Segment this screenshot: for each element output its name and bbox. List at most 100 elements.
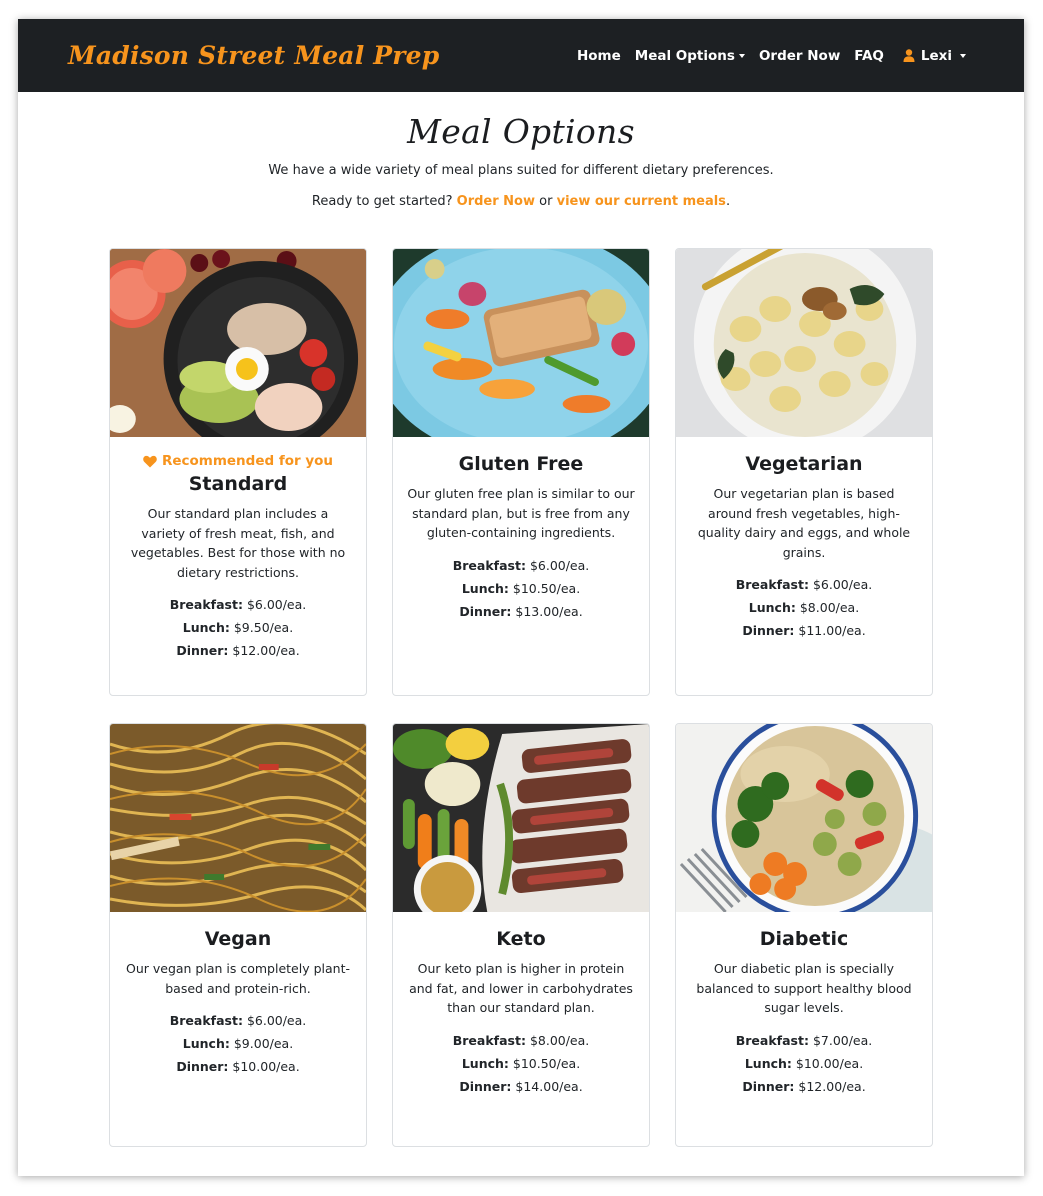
caret-down-icon [738, 53, 745, 58]
standard-meal-image [110, 249, 366, 437]
nav-menu: Home Meal Options Order Now FAQ Lexi [577, 48, 966, 64]
navbar: Madison Street Meal Prep Home Meal Optio… [18, 19, 1024, 92]
breakfast-price: $6.00/ea. [246, 1013, 307, 1028]
meal-card-vegan: Vegan Our vegan plan is completely plant… [109, 723, 367, 1147]
lunch-price: $10.00/ea. [795, 1055, 864, 1071]
browser-window: Madison Street Meal Prep Home Meal Optio… [18, 19, 1024, 1176]
meal-card-keto: Keto Our keto plan is higher in protein … [392, 723, 650, 1147]
nav-faq[interactable]: FAQ [854, 48, 884, 64]
price-dinner: Dinner: $11.00/ea. [690, 619, 918, 642]
lunch-price: $9.50/ea. [233, 620, 294, 635]
nav-user-menu[interactable]: Lexi [903, 48, 966, 64]
cta-line: Ready to get started? Order Now or view … [18, 194, 1024, 209]
card-description: Our standard plan includes a variety of … [130, 506, 346, 580]
lunch-label: Lunch: [182, 1036, 230, 1051]
recommended-label: Recommended for you [161, 453, 334, 469]
card-title: Vegetarian [745, 453, 863, 475]
card-description: Our keto plan is higher in protein and f… [409, 961, 633, 1015]
price-lunch: Lunch: $10.50/ea. [407, 577, 635, 600]
meal-card-standard: Recommended for you Standard Our standar… [109, 248, 367, 696]
meal-card-diabetic: Diabetic Our diabetic plan is specially … [675, 723, 933, 1147]
card-body: Vegetarian Our vegetarian plan is based … [676, 437, 932, 652]
card-body: Gluten Free Our gluten free plan is simi… [393, 437, 649, 633]
dinner-label: Dinner: [742, 1078, 795, 1094]
dinner-price: $13.00/ea. [515, 603, 583, 619]
caret-down-icon [960, 53, 966, 58]
vegan-meal-image [110, 724, 366, 912]
dinner-label: Dinner: [176, 643, 229, 658]
meal-plan-grid: Recommended for you Standard Our standar… [109, 248, 933, 1147]
breakfast-label: Breakfast: [735, 1032, 809, 1048]
nav-home[interactable]: Home [577, 48, 621, 64]
breakfast-label: Breakfast: [169, 1013, 243, 1028]
price-dinner: Dinner: $14.00/ea. [407, 1075, 635, 1098]
user-name: Lexi [920, 47, 952, 64]
page-subtitle: We have a wide variety of meal plans sui… [268, 163, 774, 178]
breakfast-label: Breakfast: [735, 577, 809, 592]
lunch-price: $10.50/ea. [512, 1055, 581, 1071]
vegetarian-meal-image [676, 249, 932, 437]
brand-logo[interactable]: Madison Street Meal Prep [68, 41, 439, 70]
nav-meal-options-label: Meal Options [634, 47, 735, 64]
card-title: Vegan [204, 928, 272, 950]
dinner-label: Dinner: [742, 623, 795, 638]
recommended-badge: Recommended for you [124, 453, 352, 469]
card-description: Our diabetic plan is specially balanced … [696, 961, 912, 1015]
page-header: Meal Options We have a wide variety of m… [18, 92, 1024, 209]
price-lunch: Lunch: $10.00/ea. [690, 1052, 918, 1075]
price-dinner: Dinner: $12.00/ea. [690, 1075, 918, 1098]
price-lunch: Lunch: $8.00/ea. [690, 596, 918, 619]
card-title: Gluten Free [458, 453, 584, 475]
diabetic-meal-image [676, 724, 932, 912]
breakfast-label: Breakfast: [452, 1032, 526, 1048]
heart-icon [143, 455, 157, 467]
lunch-label: Lunch: [182, 620, 230, 635]
cta-suffix: . [725, 194, 731, 209]
price-breakfast: Breakfast: $6.00/ea. [124, 1009, 352, 1032]
meal-card-gluten-free: Gluten Free Our gluten free plan is simi… [392, 248, 650, 696]
dinner-price: $12.00/ea. [798, 1078, 866, 1094]
order-now-link[interactable]: Order Now [457, 194, 535, 209]
card-body: Keto Our keto plan is higher in protein … [393, 912, 649, 1108]
breakfast-price: $6.00/ea. [812, 577, 873, 592]
card-title: Standard [188, 473, 288, 495]
lunch-price: $9.00/ea. [233, 1036, 294, 1051]
breakfast-label: Breakfast: [169, 597, 243, 612]
cta-prefix: Ready to get started? [311, 194, 453, 209]
price-dinner: Dinner: $12.00/ea. [124, 639, 352, 662]
dinner-price: $11.00/ea. [798, 623, 866, 638]
price-dinner: Dinner: $10.00/ea. [124, 1055, 352, 1078]
price-breakfast: Breakfast: $8.00/ea. [407, 1029, 635, 1052]
dinner-price: $14.00/ea. [515, 1078, 583, 1094]
price-breakfast: Breakfast: $6.00/ea. [690, 573, 918, 596]
card-title: Diabetic [759, 928, 849, 950]
card-body: Recommended for you Standard Our standar… [110, 437, 366, 672]
lunch-label: Lunch: [461, 580, 509, 596]
page-title: Meal Options [407, 112, 635, 151]
price-lunch: Lunch: $9.00/ea. [124, 1032, 352, 1055]
cta-or: or [539, 194, 553, 209]
price-lunch: Lunch: $9.50/ea. [124, 616, 352, 639]
lunch-label: Lunch: [461, 1055, 509, 1071]
keto-meal-image [393, 724, 649, 912]
dinner-price: $12.00/ea. [232, 643, 300, 658]
card-description: Our vegetarian plan is based around fres… [697, 486, 911, 560]
price-dinner: Dinner: $13.00/ea. [407, 600, 635, 623]
price-lunch: Lunch: $10.50/ea. [407, 1052, 635, 1075]
breakfast-price: $7.00/ea. [812, 1032, 873, 1048]
breakfast-label: Breakfast: [452, 557, 526, 573]
price-breakfast: Breakfast: $6.00/ea. [407, 554, 635, 577]
dinner-price: $10.00/ea. [232, 1059, 300, 1074]
nav-meal-options[interactable]: Meal Options [635, 48, 745, 64]
nav-order-now[interactable]: Order Now [759, 48, 840, 64]
view-current-meals-link[interactable]: view our current meals [557, 194, 726, 209]
gluten-free-meal-image [393, 249, 649, 437]
lunch-price: $10.50/ea. [512, 580, 581, 596]
user-icon [903, 49, 915, 62]
breakfast-price: $8.00/ea. [529, 1032, 590, 1048]
lunch-label: Lunch: [744, 1055, 792, 1071]
dinner-label: Dinner: [459, 603, 512, 619]
breakfast-price: $6.00/ea. [529, 557, 590, 573]
card-body: Diabetic Our diabetic plan is specially … [676, 912, 932, 1108]
lunch-label: Lunch: [748, 600, 796, 615]
